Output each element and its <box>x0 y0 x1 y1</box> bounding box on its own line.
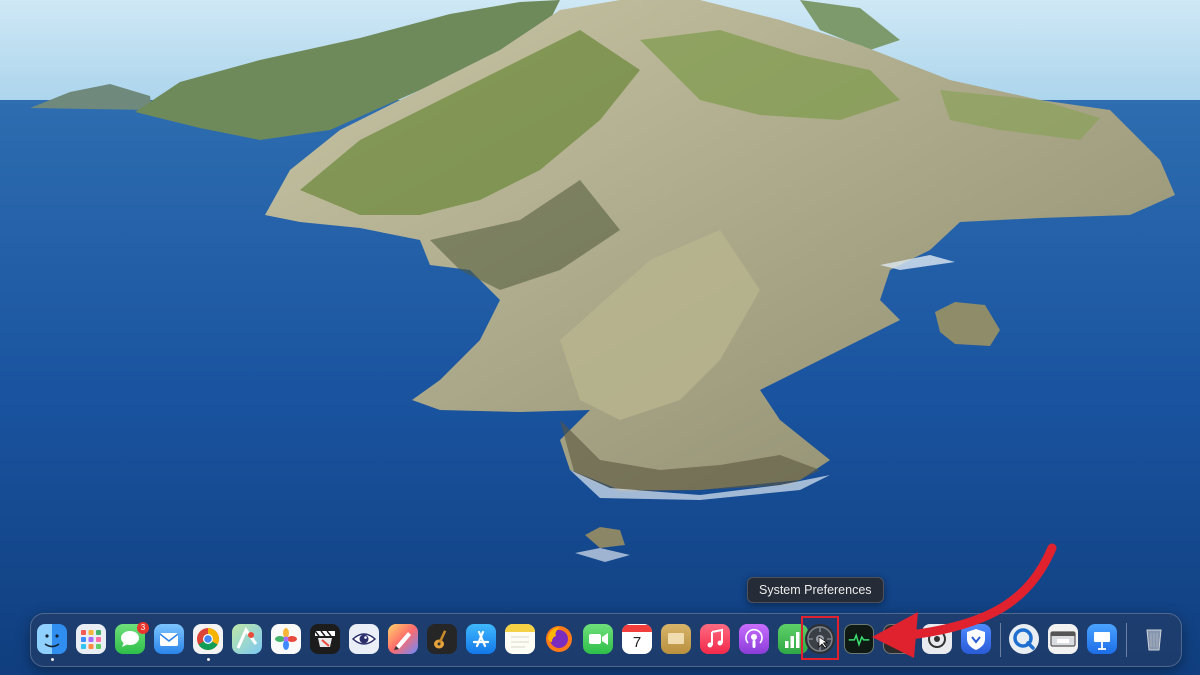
calendar-icon[interactable]: 7 <box>622 624 652 654</box>
dock-separator <box>1126 623 1127 657</box>
system-preferences-tooltip: System Preferences <box>747 577 884 603</box>
activity-monitor-icon[interactable] <box>844 624 874 654</box>
final-cut-icon[interactable] <box>310 624 340 654</box>
notes-icon[interactable] <box>505 624 535 654</box>
garageband-icon[interactable] <box>427 624 457 654</box>
pixelmator-icon[interactable] <box>388 624 418 654</box>
facetime-icon[interactable] <box>583 624 613 654</box>
screenshot-icon[interactable] <box>1048 624 1078 654</box>
dock-separator <box>1000 623 1001 657</box>
photos-icon[interactable] <box>271 624 301 654</box>
chrome-running-dot <box>207 658 210 661</box>
firefox-icon[interactable] <box>544 624 574 654</box>
launchpad-icon[interactable] <box>76 624 106 654</box>
messages-badge: 3 <box>137 622 149 634</box>
catalina-wallpaper <box>0 0 1200 675</box>
finder-running-dot <box>51 658 54 661</box>
music-icon[interactable] <box>700 624 730 654</box>
mail-icon[interactable] <box>154 624 184 654</box>
vpn-shield-icon[interactable] <box>961 624 991 654</box>
system-preferences-icon[interactable] <box>805 624 835 654</box>
maps-icon[interactable] <box>232 624 262 654</box>
keynote-gold-icon[interactable] <box>661 624 691 654</box>
preview-eye-icon[interactable] <box>349 624 379 654</box>
quicktime-icon[interactable] <box>1009 624 1039 654</box>
dock: 3 7 <box>30 613 1182 667</box>
desktop: System Preferences 3 7 <box>0 0 1200 675</box>
chrome-icon[interactable] <box>193 624 223 654</box>
ai-app-icon[interactable] <box>922 624 952 654</box>
trash-icon[interactable] <box>1139 624 1169 654</box>
app-store-icon[interactable] <box>466 624 496 654</box>
keynote-icon[interactable] <box>1087 624 1117 654</box>
terminal-icon[interactable] <box>883 624 913 654</box>
finder-icon[interactable] <box>37 624 67 654</box>
podcasts-icon[interactable] <box>739 624 769 654</box>
